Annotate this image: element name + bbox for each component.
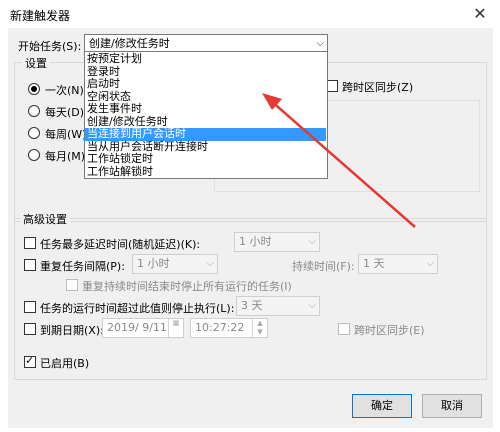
arrow-shaft	[269, 99, 416, 228]
new-trigger-dialog: 新建触发器 ✕ 开始任务(S): 创建/修改任务时 ⌵ 设置 一次(N) 每天(…	[0, 0, 500, 432]
annotation-arrow	[262, 93, 416, 228]
